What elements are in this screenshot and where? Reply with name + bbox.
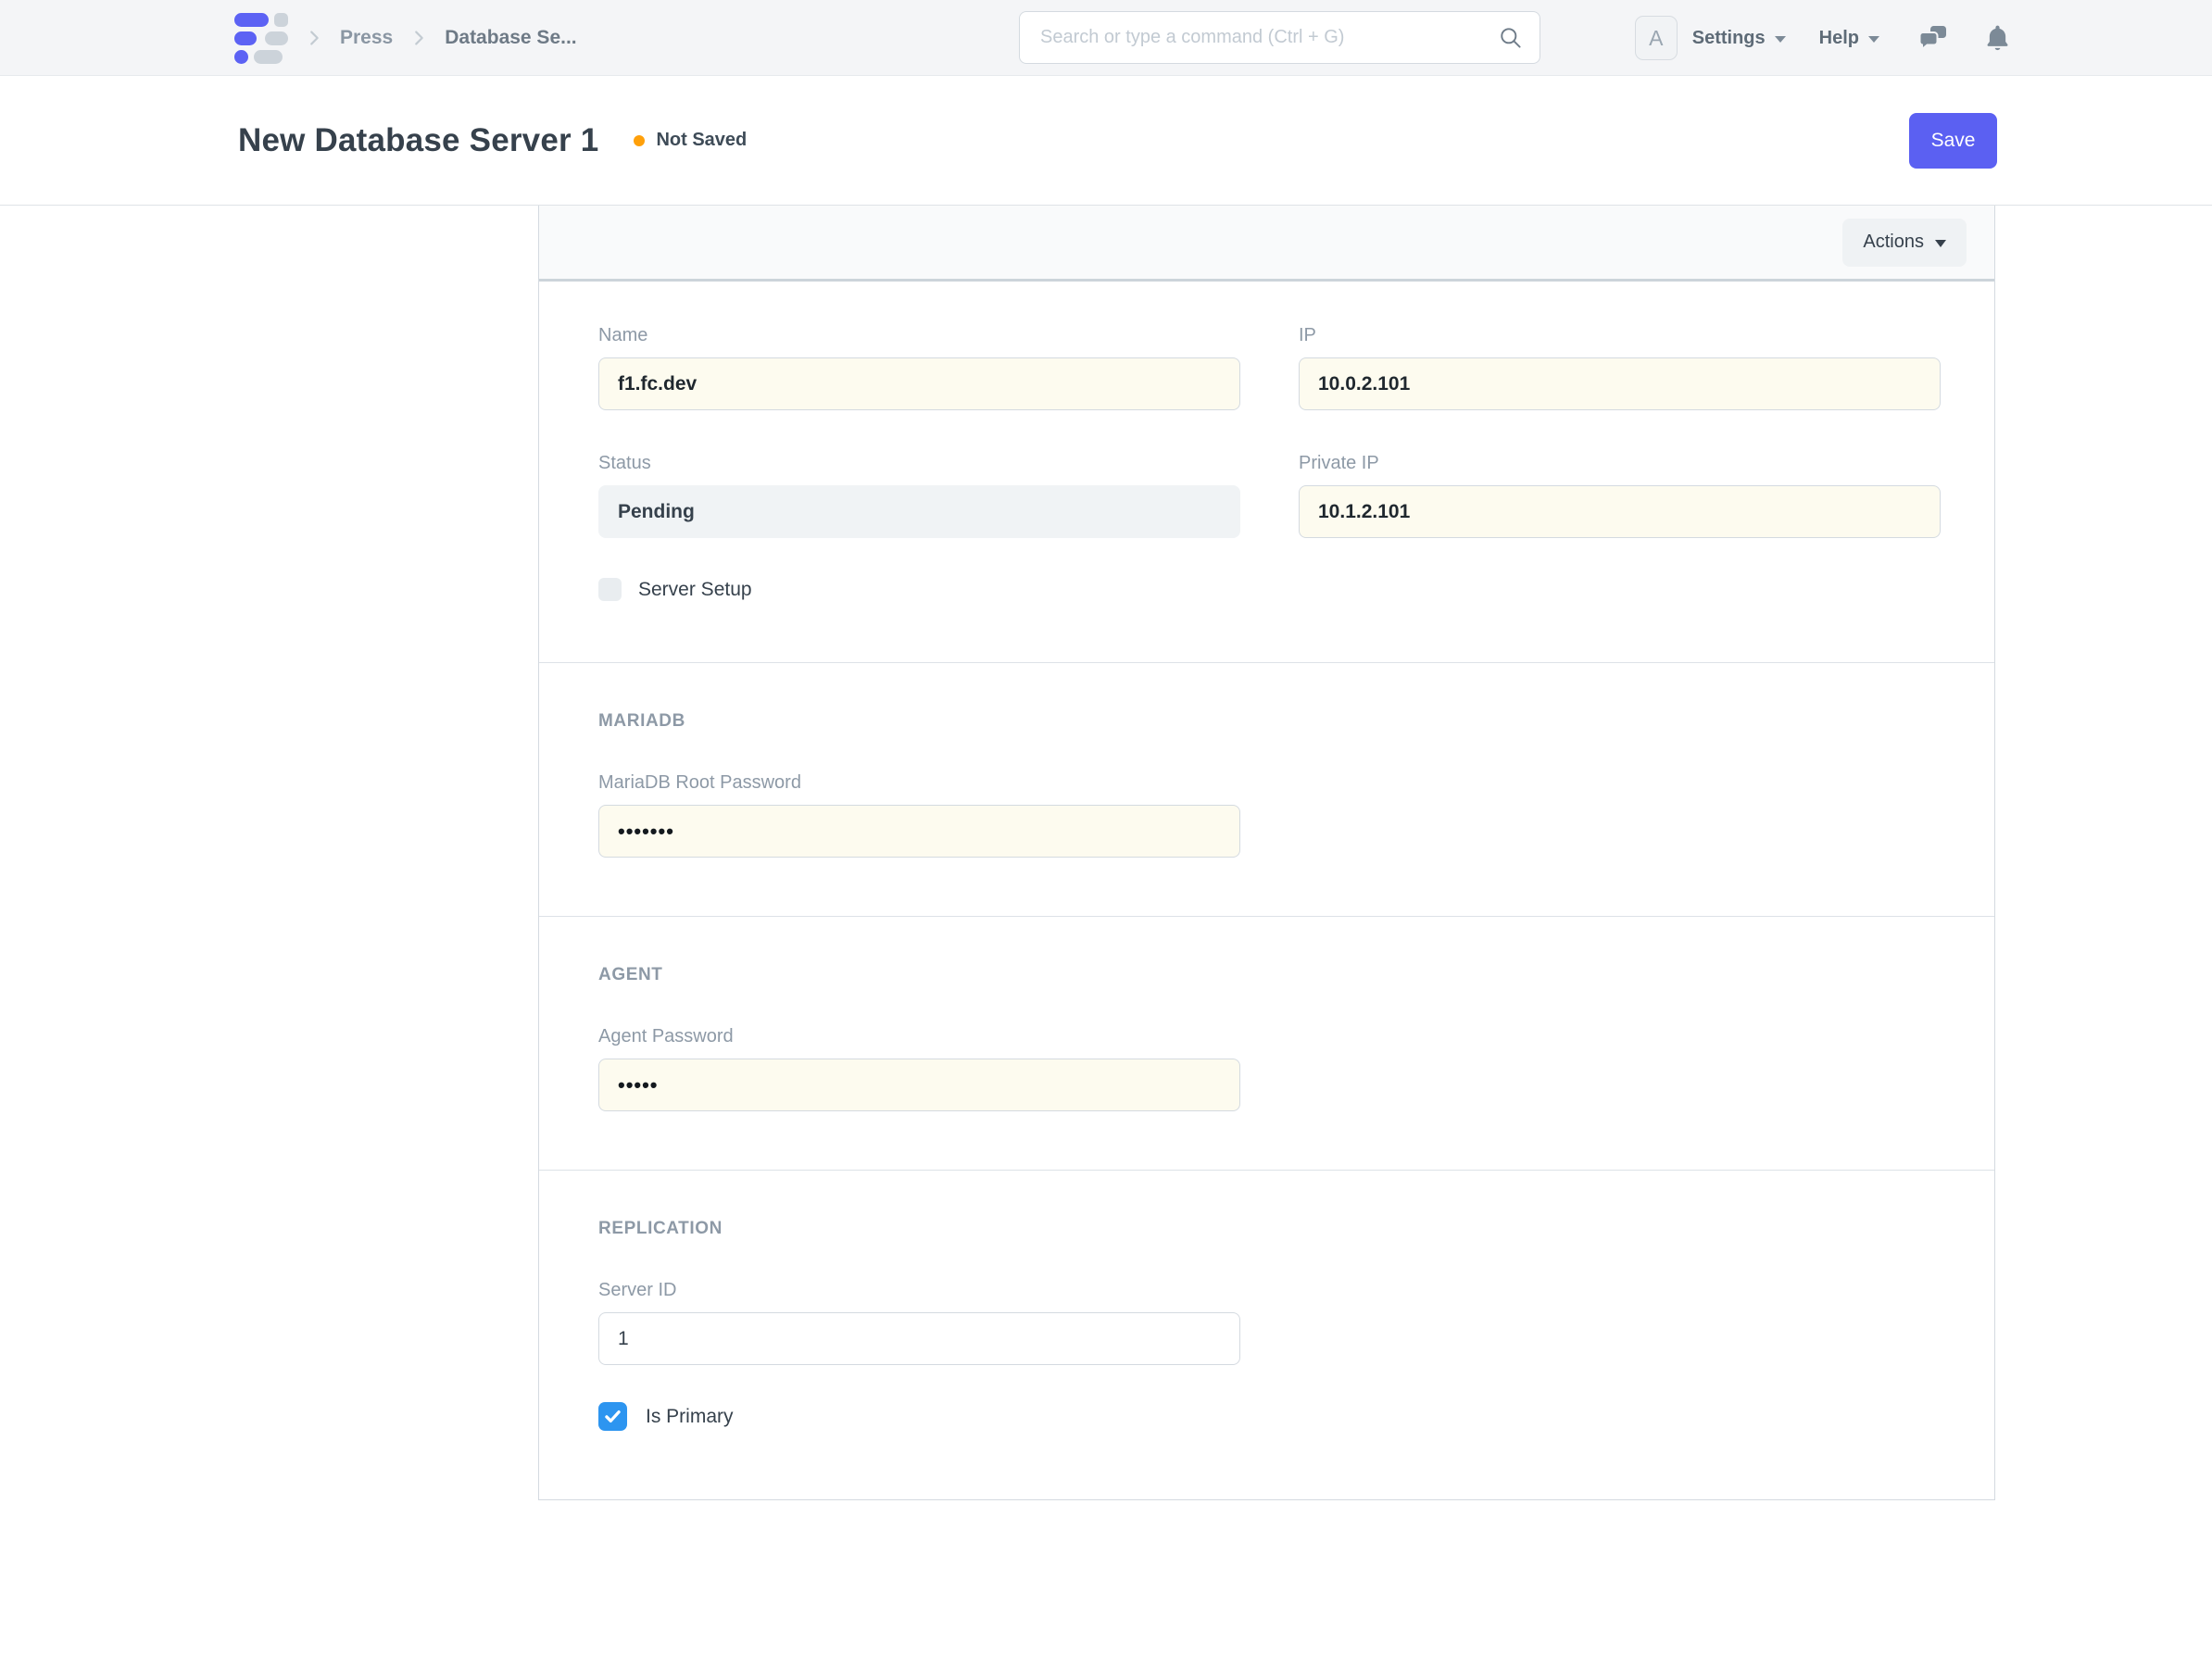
name-label: Name bbox=[598, 325, 1240, 346]
not-saved-dot-icon bbox=[634, 135, 645, 146]
not-saved-label: Not Saved bbox=[656, 130, 747, 151]
is-primary-checkbox[interactable] bbox=[598, 1402, 627, 1431]
ip-input[interactable] bbox=[1299, 357, 1941, 410]
navbar-right-group: A Settings Help bbox=[1635, 0, 2010, 76]
status-indicator: Not Saved bbox=[634, 130, 747, 151]
field-private-ip: Private IP bbox=[1299, 453, 1941, 538]
breadcrumb: Press Database Se... bbox=[304, 0, 577, 76]
section-mariadb: MARIADB MariaDB Root Password bbox=[539, 662, 1994, 916]
field-name: Name bbox=[598, 325, 1240, 410]
chevron-down-icon bbox=[1935, 240, 1946, 247]
server-id-input[interactable] bbox=[598, 1312, 1240, 1365]
name-input[interactable] bbox=[598, 357, 1240, 410]
field-agent-password: Agent Password bbox=[598, 1026, 1940, 1111]
search-icon[interactable] bbox=[1498, 25, 1523, 50]
help-menu[interactable]: Help bbox=[1819, 28, 1879, 49]
page-title: New Database Server 1 bbox=[238, 122, 598, 159]
form-toolbar: Actions bbox=[539, 206, 1994, 282]
agent-password-input[interactable] bbox=[598, 1059, 1240, 1111]
chevron-down-icon bbox=[1775, 36, 1786, 43]
bell-icon[interactable] bbox=[1985, 24, 2010, 53]
field-ip: IP bbox=[1299, 325, 1941, 410]
server-setup-label[interactable]: Server Setup bbox=[638, 579, 752, 601]
global-search bbox=[1019, 11, 1540, 64]
actions-button[interactable]: Actions bbox=[1842, 219, 1967, 267]
server-setup-checkbox[interactable] bbox=[598, 578, 622, 601]
ip-label: IP bbox=[1299, 325, 1941, 346]
actions-button-label: Actions bbox=[1863, 232, 1924, 253]
mariadb-root-password-input[interactable] bbox=[598, 805, 1240, 858]
form-card: Actions Name IP Status Pending Private I… bbox=[538, 206, 1995, 1500]
chat-icon[interactable] bbox=[1918, 24, 1948, 52]
settings-menu-label: Settings bbox=[1692, 28, 1766, 49]
frappe-logo-icon[interactable] bbox=[234, 13, 288, 64]
agent-password-label: Agent Password bbox=[598, 1026, 1940, 1047]
page-head: New Database Server 1 Not Saved Save bbox=[0, 76, 2212, 206]
avatar[interactable]: A bbox=[1635, 16, 1678, 60]
section-agent: AGENT Agent Password bbox=[539, 916, 1994, 1170]
mariadb-root-password-label: MariaDB Root Password bbox=[598, 772, 1940, 794]
field-is-primary: Is Primary bbox=[598, 1402, 1940, 1431]
field-server-setup: Server Setup bbox=[598, 578, 1940, 601]
section-replication: REPLICATION Server ID Is Primary bbox=[539, 1170, 1994, 1499]
is-primary-label[interactable]: Is Primary bbox=[646, 1406, 734, 1428]
status-label: Status bbox=[598, 453, 1240, 474]
server-id-label: Server ID bbox=[598, 1280, 1940, 1301]
agent-section-heading: AGENT bbox=[598, 965, 1940, 985]
save-button[interactable]: Save bbox=[1909, 113, 1997, 169]
breadcrumb-item-database-servers[interactable]: Database Se... bbox=[445, 27, 576, 49]
private-ip-label: Private IP bbox=[1299, 453, 1941, 474]
settings-menu[interactable]: Settings bbox=[1692, 28, 1786, 49]
chevron-down-icon bbox=[1868, 36, 1879, 43]
status-value: Pending bbox=[598, 485, 1240, 538]
chevron-right-icon bbox=[408, 28, 429, 48]
chevron-right-icon bbox=[304, 28, 324, 48]
breadcrumb-item-press[interactable]: Press bbox=[340, 27, 393, 49]
navbar: Press Database Se... A Settings Help bbox=[0, 0, 2212, 76]
help-menu-label: Help bbox=[1819, 28, 1859, 49]
field-server-id: Server ID bbox=[598, 1280, 1940, 1365]
search-input[interactable] bbox=[1040, 27, 1498, 48]
field-mariadb-root-password: MariaDB Root Password bbox=[598, 772, 1940, 858]
section-main: Name IP Status Pending Private IP Server… bbox=[539, 282, 1994, 662]
replication-section-heading: REPLICATION bbox=[598, 1219, 1940, 1239]
private-ip-input[interactable] bbox=[1299, 485, 1941, 538]
mariadb-section-heading: MARIADB bbox=[598, 711, 1940, 732]
field-status: Status Pending bbox=[598, 453, 1240, 538]
